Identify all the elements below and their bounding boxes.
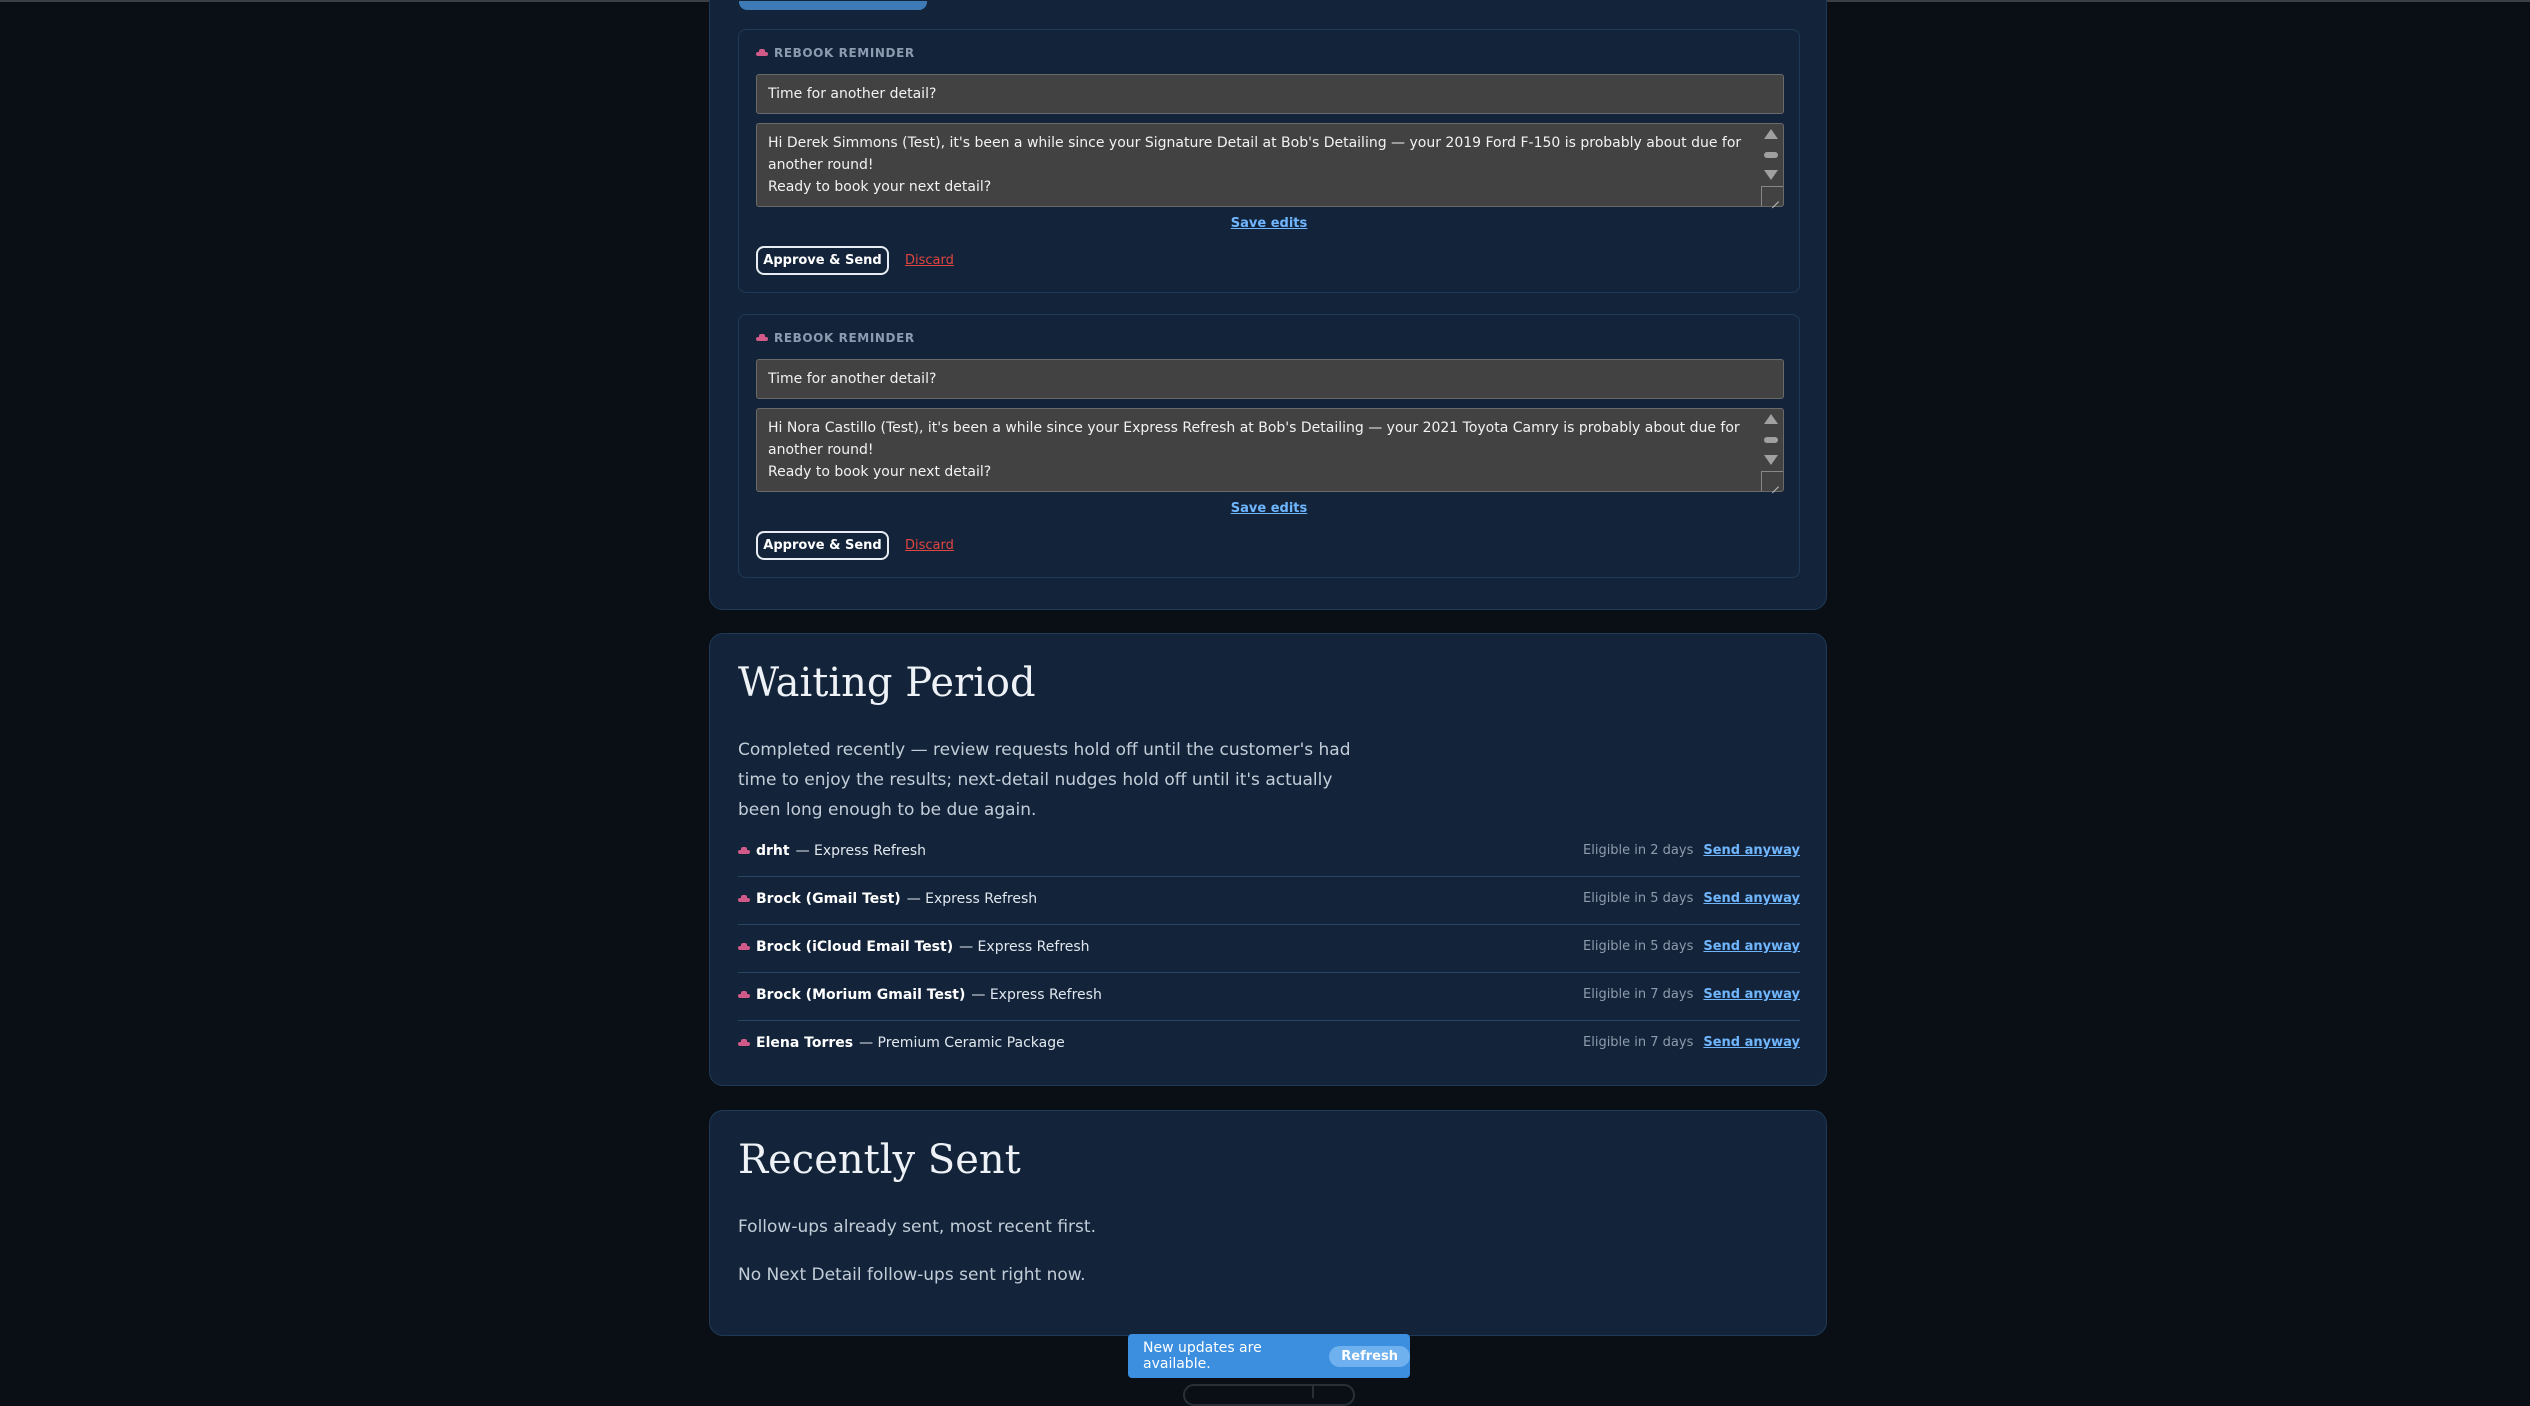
service-name: — Express Refresh	[971, 987, 1102, 1003]
car-icon	[738, 895, 750, 903]
list-item: Elena Torres — Premium Ceramic Package El…	[738, 1021, 1800, 1069]
list-item: drht — Express Refresh Eligible in 2 days…	[738, 829, 1800, 877]
refresh-button[interactable]: Refresh	[1329, 1345, 1410, 1367]
approve-send-button[interactable]: Approve & Send	[756, 246, 889, 275]
card-tag: REBOOK REMINDER	[756, 331, 915, 345]
discard-link[interactable]: Discard	[905, 253, 954, 268]
service-name: — Premium Ceramic Package	[859, 1035, 1065, 1051]
message-textarea[interactable]: Hi Derek Simmons (Test), it's been a whi…	[756, 123, 1784, 207]
followup-card: REBOOK REMINDER Time for another detail?…	[738, 314, 1800, 578]
recently-sent-panel: Recently Sent Follow-ups already sent, m…	[709, 1110, 1827, 1336]
car-icon	[738, 1039, 750, 1047]
discard-link[interactable]: Discard	[905, 538, 954, 553]
scroll-up-arrow-icon[interactable]	[1764, 414, 1778, 424]
customer-name: drht	[756, 843, 790, 859]
customer-name: Brock (Morium Gmail Test)	[756, 987, 966, 1003]
resize-handle-icon[interactable]	[1761, 471, 1783, 491]
eligibility-text: Eligible in 7 days	[1583, 987, 1694, 1002]
message-line: Ready to book your next detail?	[768, 464, 992, 480]
save-edits-link[interactable]: Save edits	[739, 216, 1799, 231]
toast-message: New updates are available.	[1143, 1340, 1262, 1372]
send-anyway-link[interactable]: Send anyway	[1703, 1035, 1800, 1050]
resize-handle-icon[interactable]	[1761, 186, 1783, 206]
list-item: Brock (Gmail Test) — Express Refresh Elig…	[738, 877, 1800, 925]
section-title: Recently Sent	[738, 1137, 1021, 1183]
save-edits-link[interactable]: Save edits	[739, 501, 1799, 516]
eligibility-text: Eligible in 2 days	[1583, 843, 1694, 858]
car-icon	[738, 991, 750, 999]
partial-button[interactable]	[739, 1, 927, 10]
section-description: Completed recently — review requests hol…	[738, 740, 1351, 820]
car-icon	[756, 334, 768, 342]
subject-input[interactable]: Time for another detail?	[756, 74, 1784, 114]
scroll-down-arrow-icon[interactable]	[1764, 455, 1778, 465]
followup-card: REBOOK REMINDER Time for another detail?…	[738, 29, 1800, 293]
card-tag-label: REBOOK REMINDER	[774, 331, 915, 345]
approval-queue-panel: REBOOK REMINDER Time for another detail?…	[709, 0, 1827, 610]
send-anyway-link[interactable]: Send anyway	[1703, 987, 1800, 1002]
eligibility-text: Eligible in 7 days	[1583, 1035, 1694, 1050]
partial-control[interactable]	[1183, 1384, 1355, 1406]
service-name: — Express Refresh	[795, 843, 927, 859]
car-icon	[738, 847, 750, 855]
list-item: Brock (iCloud Email Test) — Express Refre…	[738, 925, 1800, 973]
waiting-period-panel: Waiting Period Completed recently — revi…	[709, 633, 1827, 1086]
scroll-thumb[interactable]	[1764, 437, 1778, 443]
message-line: Hi Nora Castillo (Test), it's been a whi…	[768, 420, 1740, 458]
customer-name: Elena Torres	[756, 1035, 854, 1051]
scroll-up-arrow-icon[interactable]	[1764, 129, 1778, 139]
updates-toast: New updates are available. Refresh	[1128, 1334, 1410, 1378]
approve-send-button[interactable]: Approve & Send	[756, 531, 889, 560]
message-line: Hi Derek Simmons (Test), it's been a whi…	[768, 135, 1742, 173]
eligibility-text: Eligible in 5 days	[1583, 891, 1694, 906]
scroll-down-arrow-icon[interactable]	[1764, 170, 1778, 180]
service-name: — Express Refresh	[959, 939, 1090, 955]
divider	[1312, 1386, 1314, 1398]
card-tag: REBOOK REMINDER	[756, 46, 915, 60]
section-description: Follow-ups already sent, most recent fir…	[738, 1217, 1096, 1237]
service-name: — Express Refresh	[906, 891, 1038, 907]
customer-name: Brock (Gmail Test)	[756, 891, 901, 907]
message-line: Ready to book your next detail?	[768, 179, 992, 195]
customer-name: Brock (iCloud Email Test)	[756, 939, 954, 955]
section-title: Waiting Period	[738, 660, 1036, 706]
car-icon	[756, 49, 768, 57]
send-anyway-link[interactable]: Send anyway	[1703, 939, 1800, 954]
list-item: Brock (Morium Gmail Test) — Express Refre…	[738, 973, 1800, 1021]
subject-input[interactable]: Time for another detail?	[756, 359, 1784, 399]
scroll-thumb[interactable]	[1764, 152, 1778, 158]
send-anyway-link[interactable]: Send anyway	[1703, 843, 1800, 858]
send-anyway-link[interactable]: Send anyway	[1703, 891, 1800, 906]
card-tag-label: REBOOK REMINDER	[774, 46, 915, 60]
empty-state-text: No Next Detail follow-ups sent right now…	[738, 1265, 1086, 1285]
eligibility-text: Eligible in 5 days	[1583, 939, 1694, 954]
message-textarea[interactable]: Hi Nora Castillo (Test), it's been a whi…	[756, 408, 1784, 492]
car-icon	[738, 943, 750, 951]
